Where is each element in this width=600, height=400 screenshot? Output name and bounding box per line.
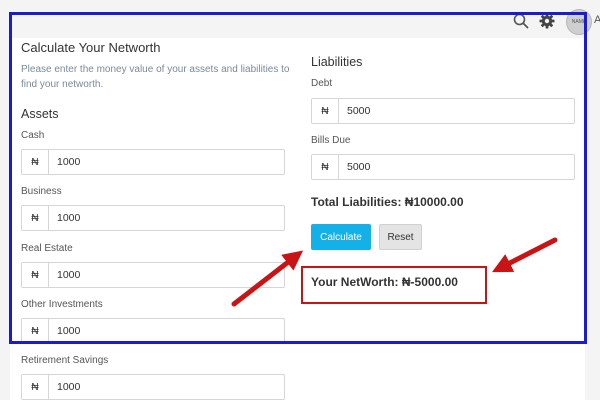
annotation-arrows: [231, 237, 558, 307]
arrow-to-calculate-icon: [231, 250, 304, 307]
arrow-to-networth-icon: [491, 237, 558, 273]
